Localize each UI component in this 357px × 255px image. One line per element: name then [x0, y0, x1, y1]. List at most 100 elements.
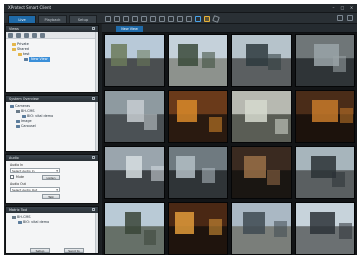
forward-icon[interactable]: [114, 15, 120, 22]
camera-tile-storefront-entrance[interactable]: [104, 90, 165, 143]
camera-feed-detail: [243, 156, 266, 178]
layout-1plus5-icon[interactable]: [159, 15, 165, 22]
camera-tile-bar-interior[interactable]: [294, 90, 355, 143]
audio-out-select[interactable]: Select Audio Out: [10, 187, 60, 192]
overview-scrollbar[interactable]: [95, 102, 98, 151]
mute-label: Mute: [16, 175, 24, 179]
views-scrollbar[interactable]: [95, 32, 98, 92]
audio-panel-title: Audio: [9, 156, 19, 160]
camera-tile-restaurant-table[interactable]: [231, 146, 292, 199]
tree-item-label: BIO: vital demo: [23, 220, 50, 224]
camera-feed-detail: [339, 223, 353, 239]
camera-feed-detail: [176, 156, 196, 178]
rename-icon[interactable]: [32, 33, 37, 38]
new-view-icon[interactable]: [8, 33, 13, 38]
camera-tile-road-with-traffic[interactable]: [294, 146, 355, 199]
camera-feed-detail: [178, 44, 198, 66]
folder-icon: [12, 48, 16, 51]
options-icon[interactable]: [337, 15, 343, 21]
matrix-send-button[interactable]: Send to: [64, 248, 84, 253]
camera-feed-detail: [208, 219, 222, 235]
view-header: New View: [102, 24, 357, 33]
back-icon[interactable]: [105, 15, 111, 22]
camera-tile-highway-aerial[interactable]: [294, 202, 355, 255]
help-icon[interactable]: [347, 15, 353, 21]
camera-feed-detail: [339, 107, 353, 124]
camera-feed-detail: [151, 165, 164, 182]
camera-feed-detail: [274, 118, 288, 134]
fullscreen-icon[interactable]: [186, 15, 192, 22]
view-tab[interactable]: New View: [116, 26, 143, 32]
image-icon: [16, 120, 20, 123]
pin-icon[interactable]: [92, 97, 95, 100]
tab-setup[interactable]: Setup: [69, 15, 97, 23]
new-group-icon[interactable]: [16, 33, 21, 38]
smart-client-window: XProtect Smart Client – □ × Live Playbac…: [4, 4, 357, 255]
pin-icon[interactable]: [92, 27, 95, 30]
view-area: New View: [102, 24, 357, 255]
talk-button[interactable]: Talk: [42, 194, 60, 199]
system-overview-panel: System Overview Cameras BH-CMS BIO: vita…: [5, 95, 99, 152]
camera-tile-overhead-parking-lot[interactable]: [294, 34, 355, 87]
maximize-button[interactable]: □: [339, 5, 346, 11]
camera-feed-detail: [274, 221, 287, 237]
pin-icon[interactable]: [92, 208, 95, 211]
layout-custom-icon[interactable]: [177, 15, 183, 22]
camera-grid: [104, 34, 355, 255]
camera-tile-city-intersection[interactable]: [231, 34, 292, 87]
carousel-icon: [16, 125, 20, 128]
copy-icon[interactable]: [24, 33, 29, 38]
tree-item-carousel[interactable]: Carousel: [16, 124, 36, 129]
tab-bar: Live Playback Setup: [4, 13, 357, 24]
layout-1plus7-icon[interactable]: [168, 15, 174, 22]
camera-tile-street-with-cars[interactable]: [104, 34, 165, 87]
folder-icon[interactable]: [204, 15, 210, 22]
camera-feed-detail: [110, 44, 128, 66]
matrix-scrollbar[interactable]: [95, 213, 98, 253]
camera-feed-detail: [242, 212, 265, 234]
tree-item-new-view[interactable]: New View: [24, 57, 50, 62]
camera-tile-building-facade[interactable]: [231, 202, 292, 255]
close-button[interactable]: ×: [348, 5, 355, 11]
audio-in-select[interactable]: Select Audio In: [10, 168, 60, 173]
layout-1x1-icon[interactable]: [123, 15, 129, 22]
pin-icon[interactable]: [92, 156, 95, 159]
layout-4x4-icon[interactable]: [150, 15, 156, 22]
camera-feed-detail: [332, 56, 346, 72]
delete-icon[interactable]: [40, 33, 45, 38]
matrix-setup-button[interactable]: Setup: [30, 248, 50, 253]
views-panel-title: Views: [9, 27, 19, 31]
views-toolbar: [6, 32, 98, 39]
left-sidebar: Views Private Shared test New View Syste…: [4, 24, 101, 255]
tree-item-label: Carousel: [21, 124, 36, 128]
camera-tile-factory-floor[interactable]: [104, 146, 165, 199]
pen-icon[interactable]: [212, 14, 220, 23]
view-icon: [24, 58, 28, 61]
layout-3x3-icon[interactable]: [141, 15, 147, 22]
camera-feed-detail: [310, 212, 336, 234]
camera-feed-detail: [174, 212, 195, 234]
camera-feed-detail: [177, 100, 197, 122]
setup-view-icon[interactable]: [195, 15, 201, 22]
camera-tile-casino-hall[interactable]: [167, 90, 228, 143]
tree-item-camera[interactable]: BIO: vital demo: [18, 220, 49, 225]
layout-2x2-icon[interactable]: [132, 15, 138, 22]
camera-feed-detail: [143, 230, 157, 246]
tab-playback[interactable]: Playback: [38, 15, 67, 23]
camera-feed-detail: [267, 169, 280, 186]
camera-feed-detail: [137, 50, 151, 66]
mute-checkbox[interactable]: [10, 175, 14, 179]
folder-icon: [18, 53, 22, 56]
tab-live[interactable]: Live: [8, 15, 36, 23]
camera-group-icon: [10, 105, 14, 108]
camera-tile-casino-floor[interactable]: [167, 202, 228, 255]
camera-tile-parking-plaza[interactable]: [167, 34, 228, 87]
system-overview-title: System Overview: [9, 97, 39, 101]
camera-tile-building-courtyard[interactable]: [104, 202, 165, 255]
listen-button[interactable]: Listen: [42, 174, 60, 180]
tree-item-label: New View: [29, 57, 50, 62]
camera-tile-office-lobby[interactable]: [167, 146, 228, 199]
minimize-button[interactable]: –: [330, 5, 337, 11]
camera-tile-warehouse-interior[interactable]: [231, 90, 292, 143]
camera-feed-detail: [332, 171, 346, 188]
